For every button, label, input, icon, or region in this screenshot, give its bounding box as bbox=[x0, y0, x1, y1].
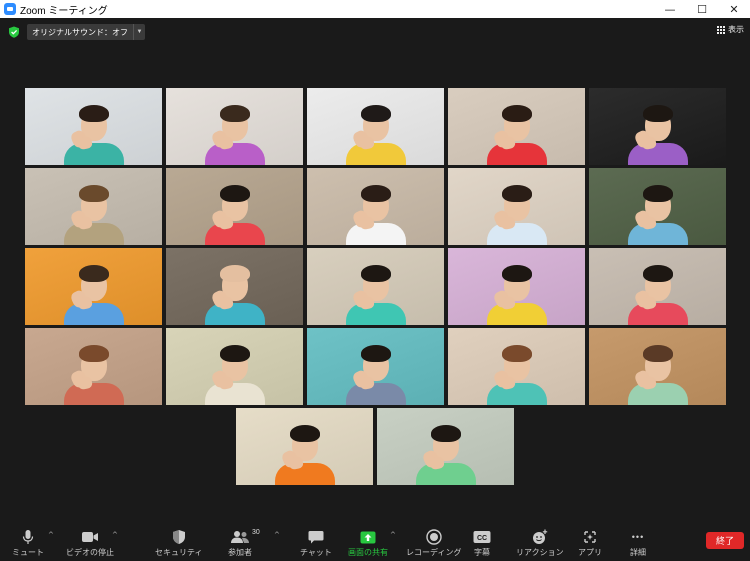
chat-button[interactable]: チャット bbox=[300, 529, 332, 558]
closed-caption-icon: CC bbox=[473, 531, 491, 543]
video-tile[interactable] bbox=[166, 168, 303, 245]
video-tile[interactable] bbox=[307, 168, 444, 245]
chevron-down-icon[interactable]: ▼ bbox=[133, 24, 145, 40]
participants-count: 30 bbox=[252, 529, 260, 536]
end-meeting-button[interactable]: 終了 bbox=[706, 532, 744, 549]
video-tile[interactable] bbox=[25, 328, 162, 405]
mute-options-caret[interactable]: ^ bbox=[48, 531, 54, 539]
window-titlebar: Zoom ミーティング — ☐ ✕ bbox=[0, 0, 750, 18]
share-options-caret[interactable]: ^ bbox=[390, 531, 396, 539]
close-button[interactable]: ✕ bbox=[718, 0, 750, 18]
minimize-button[interactable]: — bbox=[654, 0, 686, 18]
video-tile[interactable] bbox=[589, 168, 726, 245]
original-sound-label: オリジナルサウンド：オフ bbox=[32, 27, 128, 37]
view-label: 表示 bbox=[728, 25, 744, 34]
security-shield-icon bbox=[172, 530, 185, 544]
video-tile[interactable] bbox=[307, 248, 444, 325]
video-tile[interactable] bbox=[307, 328, 444, 405]
shield-icon[interactable] bbox=[8, 26, 20, 38]
svg-text:CC: CC bbox=[477, 535, 487, 542]
security-label: セキュリティ bbox=[155, 548, 203, 557]
stop-video-button[interactable]: ビデオの停止 bbox=[66, 529, 114, 558]
video-tile[interactable] bbox=[166, 328, 303, 405]
captions-button[interactable]: CC 字幕 bbox=[473, 529, 491, 558]
video-tile[interactable] bbox=[25, 168, 162, 245]
zoom-app-icon bbox=[4, 3, 16, 15]
more-dots-icon: ••• bbox=[631, 532, 645, 542]
share-screen-label: 画面の共有 bbox=[348, 548, 388, 557]
stop-video-label: ビデオの停止 bbox=[66, 548, 114, 557]
video-tile[interactable] bbox=[377, 408, 514, 485]
window-controls: — ☐ ✕ bbox=[654, 0, 750, 18]
video-tile[interactable] bbox=[236, 408, 373, 485]
original-sound-badge[interactable]: オリジナルサウンド：オフ ▼ bbox=[27, 24, 145, 40]
chat-label: チャット bbox=[300, 548, 332, 557]
participants-options-caret[interactable]: ^ bbox=[274, 531, 280, 539]
apps-button[interactable]: アプリ bbox=[578, 529, 602, 558]
video-tile[interactable] bbox=[448, 328, 585, 405]
maximize-button[interactable]: ☐ bbox=[686, 0, 718, 18]
reactions-label: リアクション bbox=[516, 548, 564, 557]
share-screen-button[interactable]: 画面の共有 bbox=[348, 529, 388, 558]
view-button[interactable]: 表示 bbox=[717, 24, 744, 35]
video-tile[interactable] bbox=[448, 88, 585, 165]
video-tile[interactable] bbox=[589, 88, 726, 165]
video-tile[interactable] bbox=[25, 248, 162, 325]
video-tile[interactable] bbox=[307, 88, 444, 165]
mute-button[interactable]: ミュート bbox=[12, 529, 44, 558]
participants-icon bbox=[231, 531, 249, 543]
meeting-area: オリジナルサウンド：オフ ▼ 表示 bbox=[0, 18, 750, 527]
video-tile[interactable] bbox=[589, 328, 726, 405]
reaction-smiley-icon bbox=[532, 529, 547, 544]
security-button[interactable]: セキュリティ bbox=[155, 529, 203, 558]
grid-view-icon bbox=[717, 25, 725, 34]
video-tile[interactable] bbox=[448, 248, 585, 325]
chat-bubble-icon bbox=[308, 530, 324, 543]
more-label: 詳細 bbox=[630, 548, 646, 557]
participants-label: 参加者 bbox=[228, 548, 252, 557]
video-tile[interactable] bbox=[166, 248, 303, 325]
window-title: Zoom ミーティング bbox=[20, 5, 108, 17]
apps-icon bbox=[584, 531, 596, 543]
video-tile[interactable] bbox=[448, 168, 585, 245]
more-button[interactable]: ••• 詳細 bbox=[630, 529, 646, 558]
mute-label: ミュート bbox=[12, 548, 44, 557]
captions-label: 字幕 bbox=[474, 548, 490, 557]
video-tile[interactable] bbox=[166, 88, 303, 165]
apps-label: アプリ bbox=[578, 548, 602, 557]
reactions-button[interactable]: リアクション bbox=[516, 529, 564, 558]
video-options-caret[interactable]: ^ bbox=[112, 531, 118, 539]
share-screen-icon bbox=[360, 531, 376, 543]
video-tile[interactable] bbox=[589, 248, 726, 325]
meeting-toolbar: ミュート ^ ビデオの停止 ^ セキュリティ 30 参加者 ^ チャット 画面の… bbox=[0, 527, 750, 561]
microphone-icon bbox=[22, 530, 34, 544]
record-button[interactable]: レコーディング bbox=[406, 529, 461, 558]
record-label: レコーディング bbox=[406, 548, 462, 557]
record-icon bbox=[426, 529, 442, 545]
participants-button[interactable]: 30 参加者 bbox=[228, 529, 260, 558]
video-tile-active-speaker[interactable] bbox=[25, 88, 162, 165]
video-camera-icon bbox=[82, 532, 98, 542]
